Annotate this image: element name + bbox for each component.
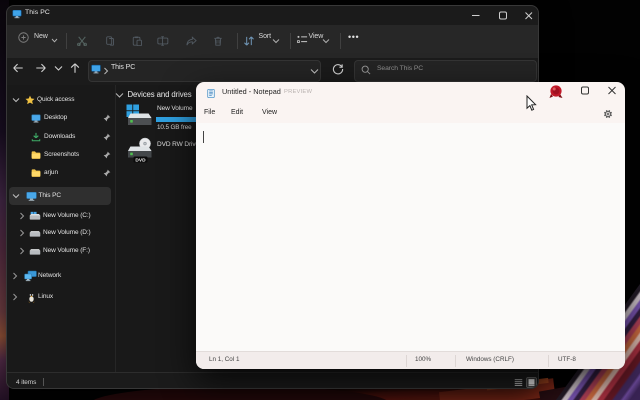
svg-text:DVD: DVD xyxy=(135,157,146,163)
